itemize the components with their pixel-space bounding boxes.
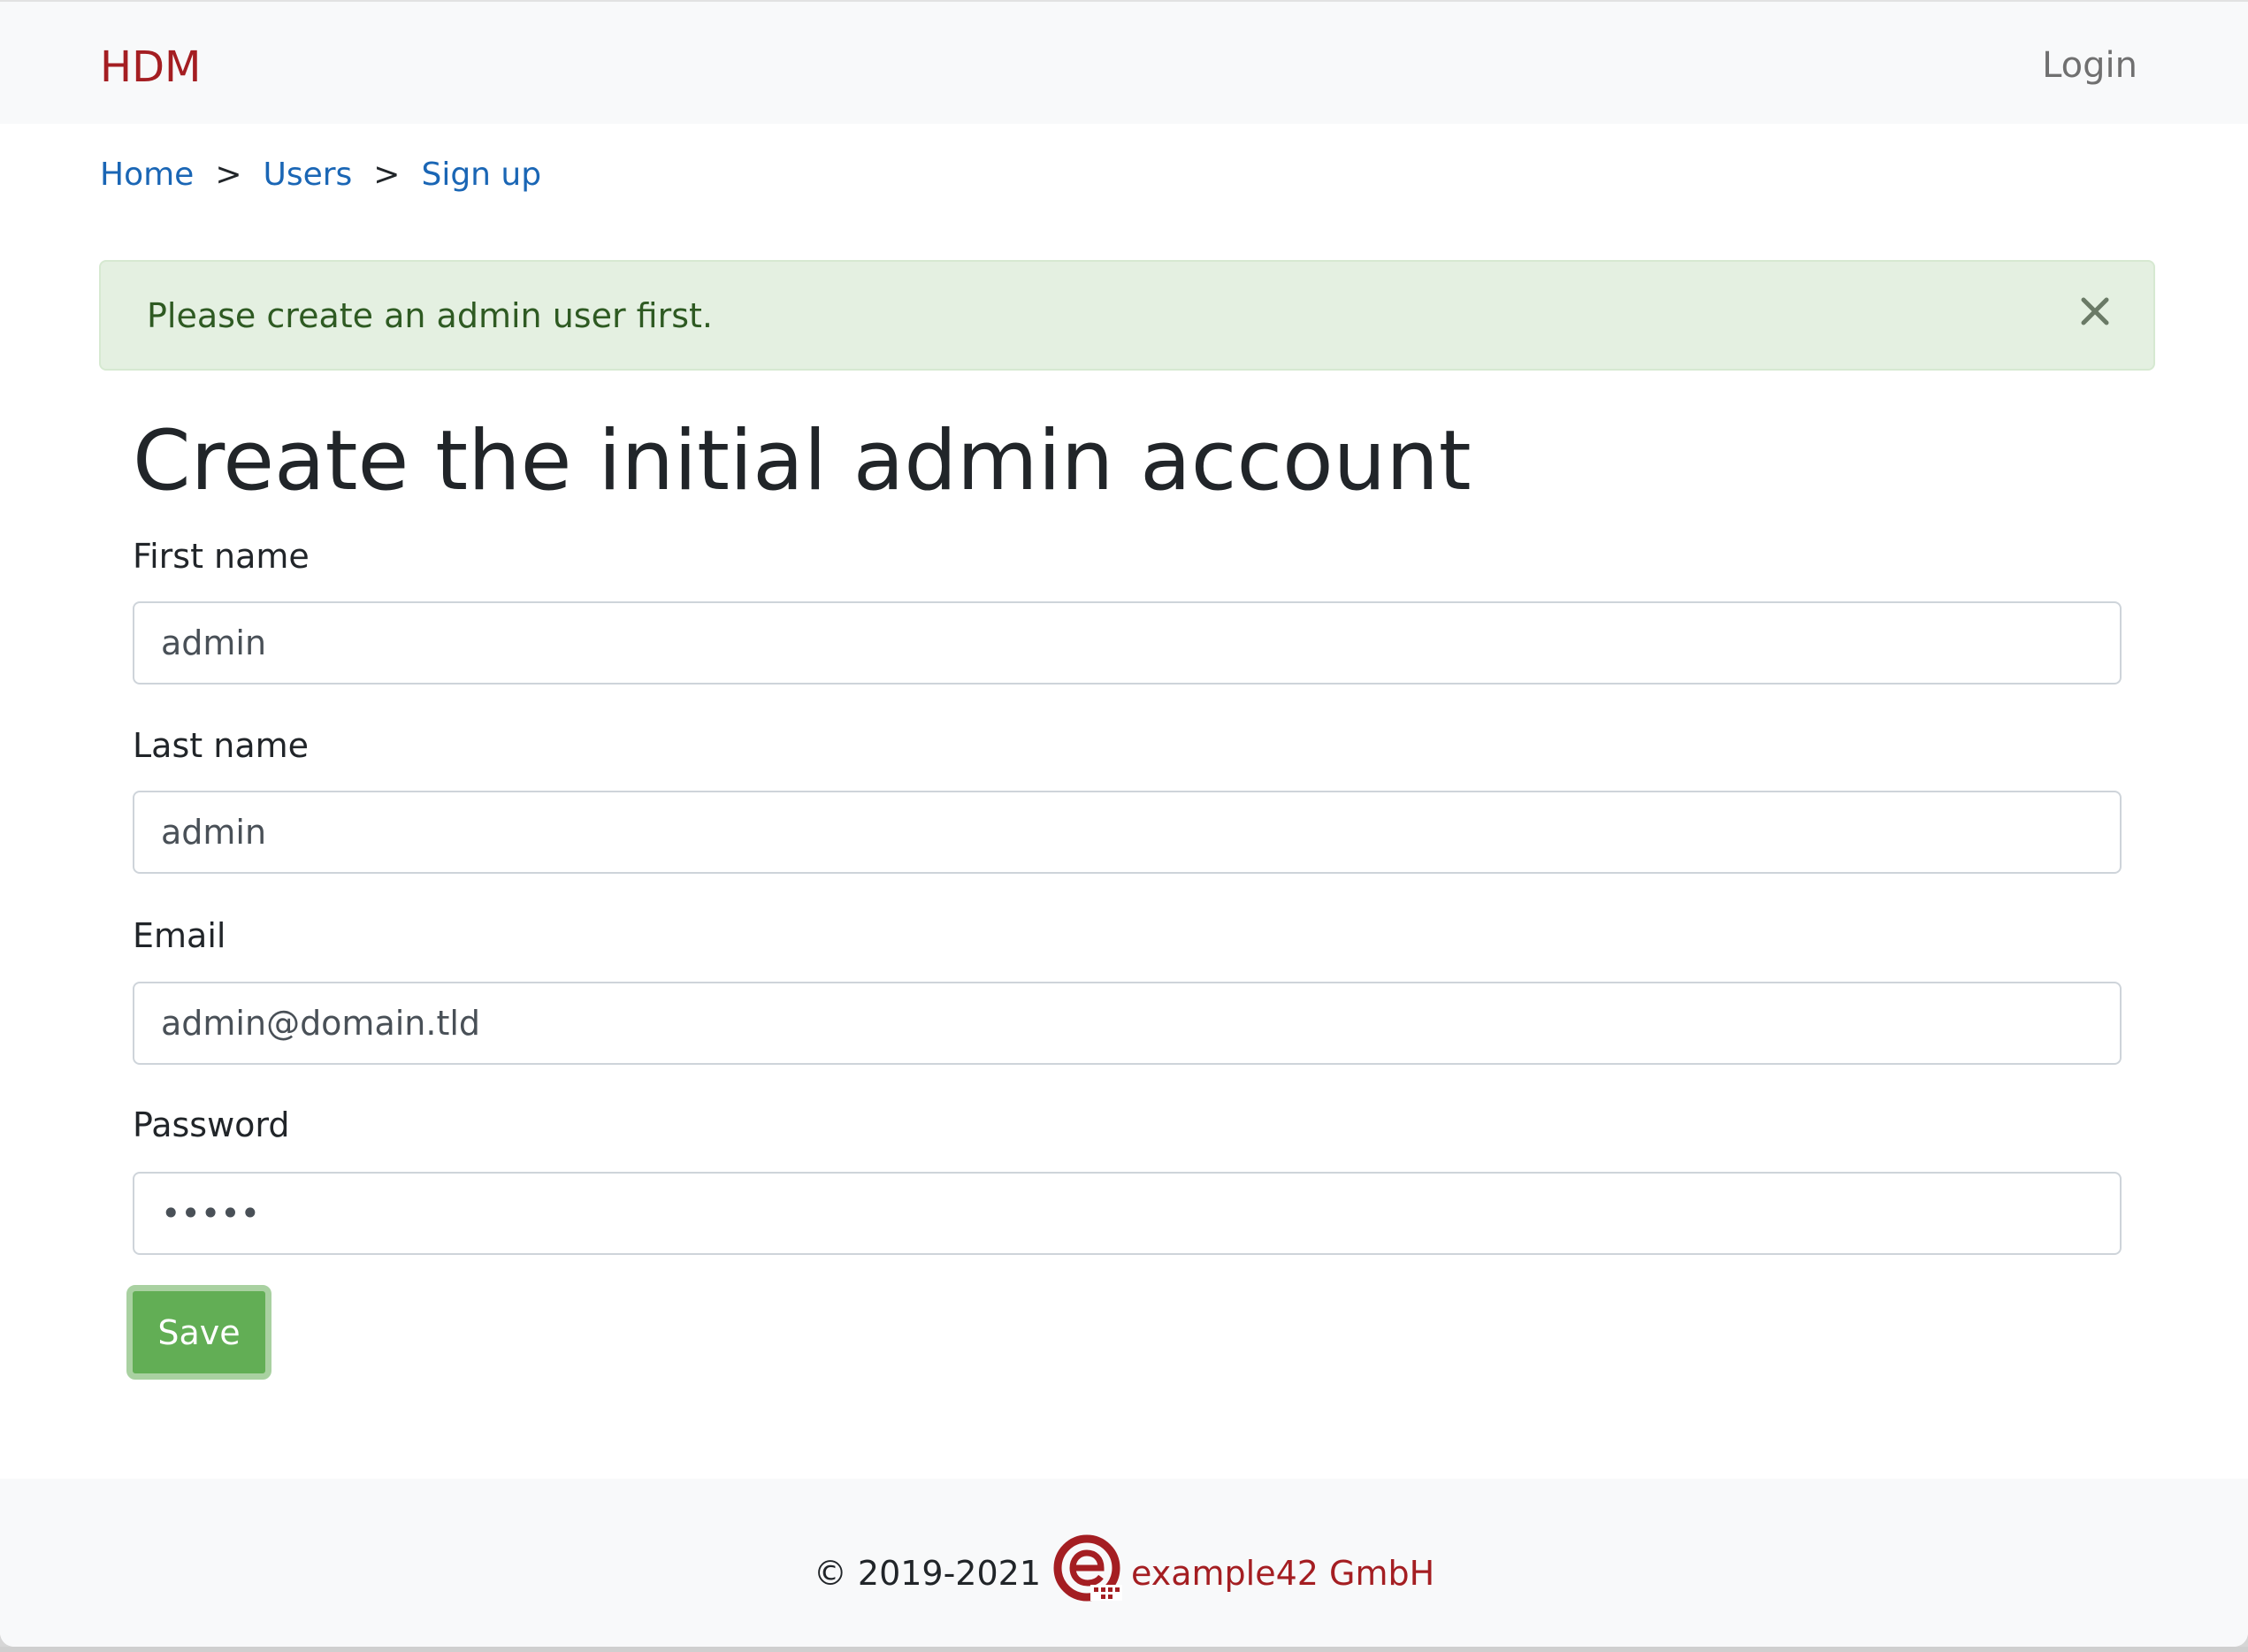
email-field[interactable] — [133, 982, 2122, 1065]
save-button[interactable]: Save — [126, 1285, 271, 1380]
email-label: Email — [133, 916, 226, 955]
footer-copyright: © 2019-2021 — [813, 1554, 1042, 1593]
last-name-field[interactable] — [133, 791, 2122, 874]
browser-window: HDM Login Home > Users > Sign up Please … — [0, 0, 2248, 1647]
footer-company-link[interactable]: example42 GmbH — [1131, 1551, 1434, 1595]
first-name-label: First name — [133, 537, 310, 576]
alert-success: Please create an admin user first. — [99, 260, 2155, 371]
brand-link[interactable]: HDM — [100, 41, 201, 94]
footer-content: © 2019-2021 example42 GmbH — [0, 1532, 2248, 1615]
breadcrumb-separator: > — [215, 157, 242, 193]
password-field[interactable] — [133, 1172, 2122, 1255]
example42-logo-icon — [1041, 1532, 1131, 1615]
navbar: HDM Login — [0, 0, 2248, 124]
login-link[interactable]: Login — [2042, 42, 2137, 88]
breadcrumb-sign-up[interactable]: Sign up — [421, 154, 541, 196]
password-label: Password — [133, 1105, 290, 1144]
breadcrumb: Home > Users > Sign up — [100, 154, 541, 196]
close-icon[interactable] — [2079, 295, 2111, 327]
breadcrumb-home[interactable]: Home — [100, 154, 194, 196]
footer: © 2019-2021 example42 GmbH — [0, 1479, 2248, 1647]
breadcrumb-users[interactable]: Users — [263, 154, 352, 196]
breadcrumb-separator: > — [373, 157, 401, 193]
page-title: Create the initial admin account — [133, 413, 1472, 509]
alert-message: Please create an admin user first. — [147, 296, 713, 335]
desktop-background — [0, 1647, 2248, 1652]
last-name-label: Last name — [133, 726, 309, 765]
first-name-field[interactable] — [133, 601, 2122, 685]
